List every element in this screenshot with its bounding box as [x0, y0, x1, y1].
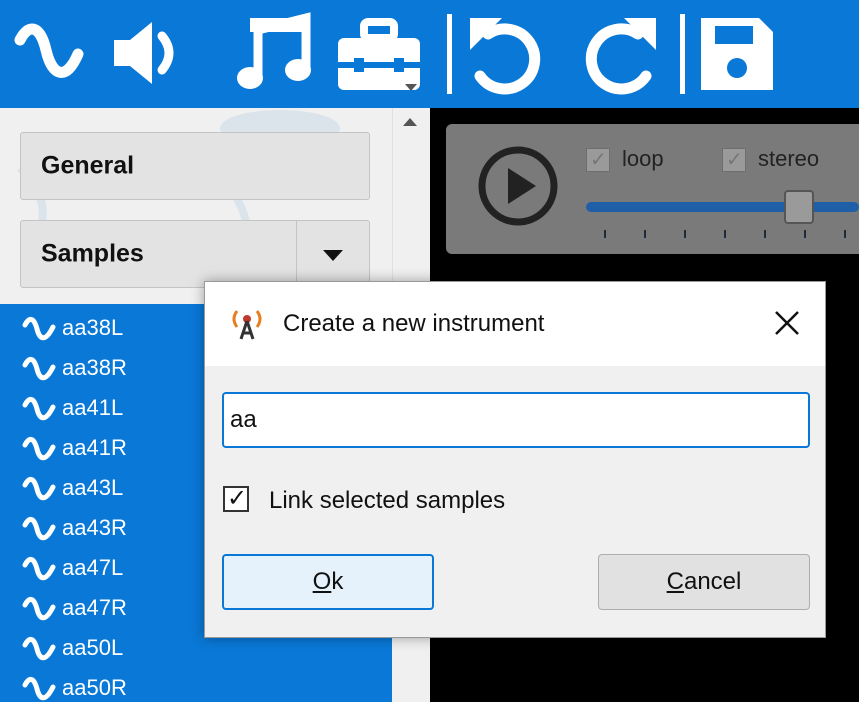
position-slider-handle[interactable] [784, 190, 814, 224]
create-instrument-dialog: Create a new instrument ✓ Link selected … [204, 281, 826, 638]
general-label: General [41, 151, 135, 180]
slider-tick [684, 230, 686, 238]
sine-wave-icon [22, 557, 56, 581]
play-icon[interactable] [476, 144, 560, 228]
sine-wave-icon [22, 357, 56, 381]
sample-name: aa43R [62, 515, 127, 540]
sample-list-item[interactable]: aa38R [22, 348, 127, 388]
samples-section-button[interactable]: Samples [20, 220, 370, 288]
sample-name: aa41L [62, 395, 124, 420]
instrument-name-input[interactable] [222, 392, 810, 448]
sample-name: aa50R [62, 675, 127, 700]
sine-wave-icon[interactable] [14, 10, 84, 96]
sine-wave-icon [22, 637, 56, 661]
position-slider-track[interactable] [586, 202, 859, 212]
main-toolbar [0, 0, 859, 108]
music-note-icon[interactable] [236, 10, 316, 96]
slider-tick [804, 230, 806, 238]
samples-dropdown-button[interactable] [296, 221, 369, 287]
sample-name: aa41R [62, 435, 127, 460]
slider-tick [604, 230, 606, 238]
undo-icon[interactable] [462, 10, 552, 96]
dialog-title-bar: Create a new instrument [205, 282, 825, 366]
sine-wave-icon [22, 517, 56, 541]
sample-list-item[interactable]: aa43R [22, 508, 127, 548]
sine-wave-icon [22, 437, 56, 461]
cancel-button[interactable]: Cancel [598, 554, 810, 610]
sine-wave-icon [22, 397, 56, 421]
loop-checkbox[interactable]: ✓ [586, 148, 610, 172]
sine-wave-icon [22, 677, 56, 701]
speaker-icon[interactable] [104, 10, 184, 96]
checkmark-icon: ✓ [227, 485, 248, 512]
checkmark-icon: ✓ [726, 149, 743, 171]
dialog-title: Create a new instrument [283, 310, 545, 337]
sample-name: aa43L [62, 475, 124, 500]
sample-name: aa47R [62, 595, 127, 620]
link-samples-checkbox[interactable]: ✓ [223, 486, 249, 512]
save-icon[interactable] [697, 10, 777, 96]
sample-name: aa47L [62, 555, 124, 580]
toolbar-separator [447, 14, 452, 94]
toolbar-separator [680, 14, 685, 94]
cancel-button-label: Cancel [666, 568, 742, 595]
scroll-up-arrow-icon[interactable] [403, 118, 417, 126]
link-samples-label: Link selected samples [269, 487, 506, 514]
sample-player: ✓ loop ✓ stereo [446, 124, 859, 254]
sample-name: aa38L [62, 315, 124, 340]
stereo-label: stereo [758, 146, 820, 171]
slider-tick [724, 230, 726, 238]
sample-list-item[interactable]: aa47L [22, 548, 123, 588]
sample-list-item[interactable]: aa38L [22, 308, 123, 348]
slider-tick [644, 230, 646, 238]
sample-name: aa38R [62, 355, 127, 380]
sample-list-item[interactable]: aa47R [22, 588, 127, 628]
loop-label: loop [622, 146, 664, 171]
sample-name: aa50L [62, 635, 124, 660]
stereo-checkbox[interactable]: ✓ [722, 148, 746, 172]
sample-list-item[interactable]: aa41L [22, 388, 123, 428]
close-icon[interactable] [772, 308, 802, 338]
samples-label: Samples [41, 239, 144, 268]
chevron-down-icon [323, 250, 343, 261]
sample-list-item[interactable]: aa50L [22, 628, 123, 668]
ok-button-label: Ok [312, 568, 344, 595]
sidebar-scrollbar[interactable] [392, 108, 431, 304]
slider-tick [844, 230, 846, 238]
redo-icon[interactable] [574, 10, 664, 96]
sine-wave-icon [22, 317, 56, 341]
toolbox-dropdown-arrow[interactable] [405, 84, 417, 91]
sine-wave-icon [22, 597, 56, 621]
sample-list-item[interactable]: aa43L [22, 468, 123, 508]
sample-list-item[interactable]: aa41R [22, 428, 127, 468]
sine-wave-icon [22, 477, 56, 501]
antenna-icon [232, 310, 262, 340]
ok-button[interactable]: Ok [222, 554, 434, 610]
sample-list-item[interactable]: aa50R [22, 668, 127, 702]
general-section-button[interactable]: General [20, 132, 370, 200]
checkmark-icon: ✓ [590, 149, 607, 171]
slider-tick [764, 230, 766, 238]
